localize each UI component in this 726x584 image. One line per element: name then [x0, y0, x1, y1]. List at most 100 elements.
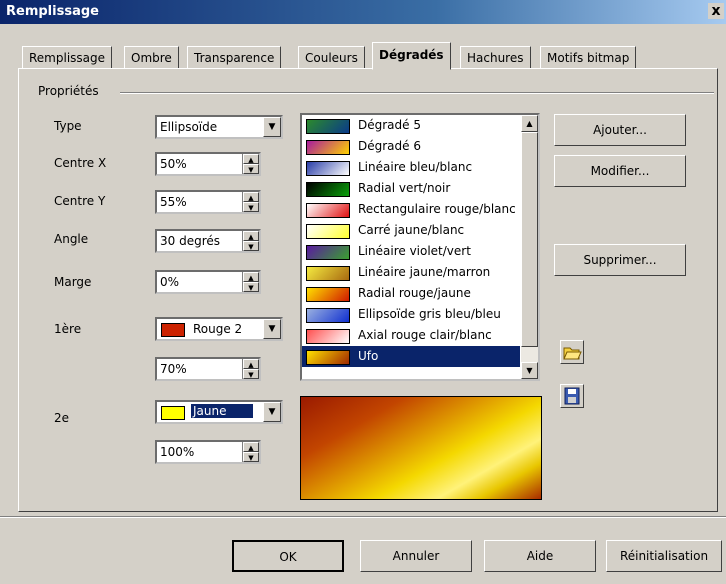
angle-input[interactable]: 30 degrés ▲ ▼: [155, 229, 261, 253]
spin-buttons[interactable]: ▲ ▼: [242, 154, 259, 174]
centre-y-input[interactable]: 55% ▲ ▼: [155, 190, 261, 214]
gradient-thumbnail: [306, 350, 350, 365]
list-item-label: Linéaire violet/vert: [358, 244, 471, 258]
tab-degrades[interactable]: Dégradés: [372, 42, 451, 70]
list-item[interactable]: Axial rouge clair/blanc: [302, 325, 520, 346]
spin-down-icon[interactable]: ▼: [243, 369, 259, 379]
chevron-down-icon[interactable]: ▼: [263, 117, 281, 137]
list-item[interactable]: Ufo: [302, 346, 520, 367]
group-label-proprietes: Propriétés: [38, 84, 99, 98]
label-type: Type: [54, 119, 82, 133]
spin-down-icon[interactable]: ▼: [243, 282, 259, 292]
deuxieme-intensite-input[interactable]: 100% ▲ ▼: [155, 440, 261, 464]
spin-up-icon[interactable]: ▲: [243, 442, 259, 452]
list-item-label: Radial vert/noir: [358, 181, 451, 195]
tab-remplissage[interactable]: Remplissage: [22, 46, 113, 69]
label-deuxieme-couleur: 2e: [54, 411, 70, 425]
spin-down-icon[interactable]: ▼: [243, 452, 259, 462]
floppy-disk-icon[interactable]: [560, 384, 584, 408]
list-item[interactable]: Linéaire violet/vert: [302, 241, 520, 262]
tab-hachures[interactable]: Hachures: [460, 46, 531, 69]
list-item[interactable]: Radial rouge/jaune: [302, 283, 520, 304]
gradient-thumbnail: [306, 140, 350, 155]
label-centre-y: Centre Y: [54, 194, 106, 208]
spin-buttons[interactable]: ▲ ▼: [242, 231, 259, 251]
scrollbar[interactable]: ▲ ▼: [521, 115, 538, 379]
spin-up-icon[interactable]: ▲: [243, 154, 259, 164]
list-item[interactable]: Carré jaune/blanc: [302, 220, 520, 241]
marge-input[interactable]: 0% ▲ ▼: [155, 270, 261, 294]
spin-up-icon[interactable]: ▲: [243, 231, 259, 241]
delete-button[interactable]: Supprimer...: [554, 244, 686, 276]
cancel-button[interactable]: Annuler: [360, 540, 472, 572]
list-item[interactable]: Ellipsoïde gris bleu/bleu: [302, 304, 520, 325]
centre-x-input[interactable]: 50% ▲ ▼: [155, 152, 261, 176]
modify-button[interactable]: Modifier...: [554, 155, 686, 187]
spin-up-icon[interactable]: ▲: [243, 192, 259, 202]
title-bar: Remplissage x: [0, 0, 726, 24]
reset-button[interactable]: Réinitialisation: [606, 540, 722, 572]
premiere-couleur-select[interactable]: Rouge 2 ▼: [155, 317, 283, 341]
list-item-label: Radial rouge/jaune: [358, 286, 471, 300]
gradient-thumbnail: [306, 182, 350, 197]
gradient-thumbnail: [306, 266, 350, 281]
list-item-label: Rectangulaire rouge/blanc: [358, 202, 516, 216]
type-select[interactable]: Ellipsoïde ▼: [155, 115, 283, 139]
tab-transparence[interactable]: Transparence: [187, 46, 282, 69]
spin-up-icon[interactable]: ▲: [243, 272, 259, 282]
spin-buttons[interactable]: ▲ ▼: [242, 442, 259, 462]
tab-motifs-bitmap[interactable]: Motifs bitmap: [540, 46, 637, 69]
list-item-label: Dégradé 5: [358, 118, 421, 132]
label-centre-x: Centre X: [54, 156, 107, 170]
tab-couleurs[interactable]: Couleurs: [298, 46, 365, 69]
label-marge: Marge: [54, 275, 92, 289]
tab-ombre[interactable]: Ombre: [124, 46, 179, 69]
close-button[interactable]: x: [708, 3, 724, 19]
scroll-thumb[interactable]: [521, 132, 538, 347]
list-item[interactable]: Linéaire jaune/marron: [302, 262, 520, 283]
chevron-down-icon[interactable]: ▼: [263, 402, 281, 422]
gradient-list[interactable]: Ufo Axial rouge clair/blanc Ellipsoïde gri…: [300, 113, 540, 381]
folder-open-icon[interactable]: [560, 340, 584, 364]
spin-up-icon[interactable]: ▲: [243, 359, 259, 369]
list-item[interactable]: Dégradé 6: [302, 136, 520, 157]
spin-down-icon[interactable]: ▼: [243, 241, 259, 251]
gradient-thumbnail: [306, 161, 350, 176]
list-item-label: Ufo: [358, 349, 379, 363]
footer-divider: [0, 516, 726, 518]
list-item-label: Axial rouge clair/blanc: [358, 328, 492, 342]
list-item-label: Dégradé 6: [358, 139, 421, 153]
spin-buttons[interactable]: ▲ ▼: [242, 272, 259, 292]
spin-buttons[interactable]: ▲ ▼: [242, 359, 259, 379]
add-button[interactable]: Ajouter...: [554, 114, 686, 146]
spin-down-icon[interactable]: ▼: [243, 164, 259, 174]
gradient-thumbnail: [306, 119, 350, 134]
gradient-thumbnail: [306, 329, 350, 344]
label-angle: Angle: [54, 232, 89, 246]
color-swatch: [161, 323, 185, 337]
list-item[interactable]: Dégradé 5: [302, 115, 520, 136]
chevron-down-icon[interactable]: ▼: [263, 319, 281, 339]
gradient-thumbnail: [306, 224, 350, 239]
list-item[interactable]: Radial vert/noir: [302, 178, 520, 199]
group-divider: [120, 92, 714, 94]
label-premiere-couleur: 1ère: [54, 322, 82, 336]
deuxieme-couleur-select[interactable]: Jaune ▼: [155, 400, 283, 424]
gradient-thumbnail: [306, 203, 350, 218]
gradient-thumbnail: [306, 287, 350, 302]
scroll-up-icon[interactable]: ▲: [521, 115, 538, 132]
window-title: Remplissage: [6, 4, 99, 19]
help-button[interactable]: Aide: [484, 540, 596, 572]
list-item[interactable]: Rectangulaire rouge/blanc: [302, 199, 520, 220]
list-item[interactable]: Linéaire bleu/blanc: [302, 157, 520, 178]
list-item-label: Linéaire jaune/marron: [358, 265, 491, 279]
spin-down-icon[interactable]: ▼: [243, 202, 259, 212]
ok-button[interactable]: OK: [232, 540, 344, 572]
premiere-intensite-input[interactable]: 70% ▲ ▼: [155, 357, 261, 381]
list-item-label: Linéaire bleu/blanc: [358, 160, 473, 174]
gradient-preview: [300, 396, 542, 500]
spin-buttons[interactable]: ▲ ▼: [242, 192, 259, 212]
list-item-label: Carré jaune/blanc: [358, 223, 465, 237]
scroll-down-icon[interactable]: ▼: [521, 362, 538, 379]
gradient-thumbnail: [306, 308, 350, 323]
